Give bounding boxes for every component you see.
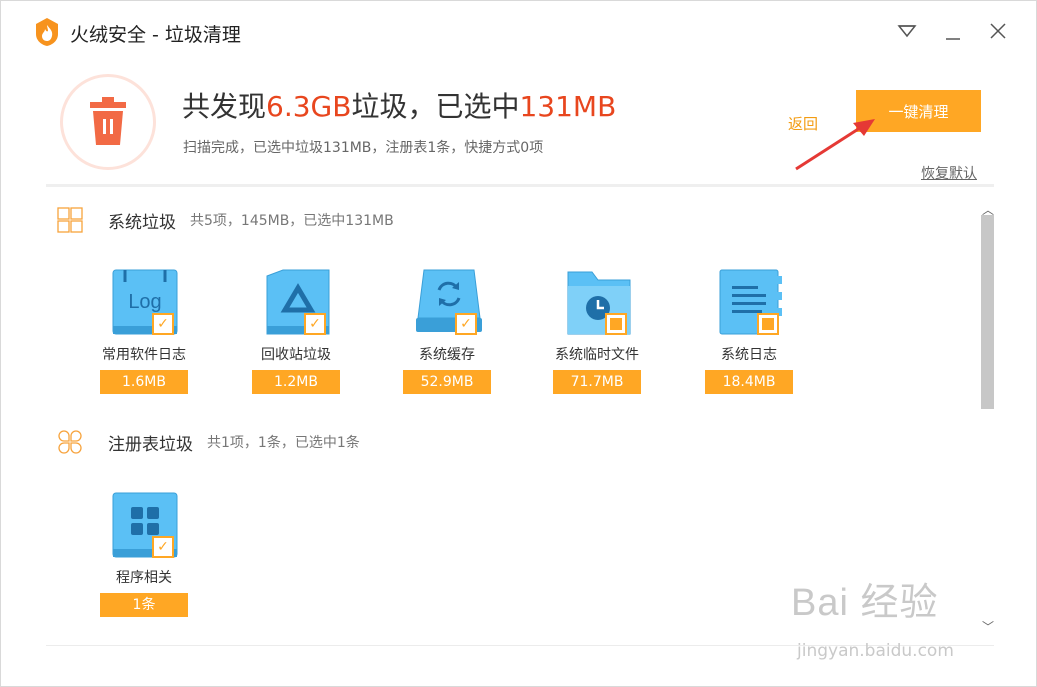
item-label: 系统日志 bbox=[721, 347, 777, 363]
section-header-registry-junk: 注册表垃圾 共1项，1条，已选中1条 bbox=[57, 428, 360, 456]
baidu-watermark: Bai 经验 jingyan.baidu.com bbox=[791, 571, 954, 661]
checkbox-checked[interactable]: ✓ bbox=[152, 313, 174, 335]
junk-item-temp-files[interactable]: 系统临时文件 71.7MB bbox=[542, 268, 652, 408]
scroll-down-icon[interactable]: ﹀ bbox=[982, 618, 994, 635]
svg-text:Log: Log bbox=[128, 291, 161, 313]
checkbox-checked[interactable]: ✓ bbox=[304, 313, 326, 335]
restore-defaults-link[interactable]: 恢复默认 bbox=[921, 163, 977, 183]
item-label: 常用软件日志 bbox=[102, 347, 186, 363]
section-summary: 共1项，1条，已选中1条 bbox=[207, 435, 360, 451]
summary-title: 共发现6.3GB垃圾，已选中131MB bbox=[182, 90, 617, 123]
item-size: 52.9MB bbox=[403, 370, 491, 394]
checkbox-checked[interactable]: ✓ bbox=[152, 536, 174, 558]
window-title: 火绒安全 - 垃圾清理 bbox=[70, 24, 241, 46]
junk-item-recycle-bin[interactable]: ✓ 回收站垃圾 1.2MB bbox=[241, 268, 351, 408]
scrollbar-thumb[interactable] bbox=[981, 215, 994, 409]
item-size: 71.7MB bbox=[553, 370, 641, 394]
section-title: 注册表垃圾 bbox=[108, 434, 193, 455]
checkbox-partial[interactable] bbox=[605, 313, 627, 335]
close-icon[interactable] bbox=[986, 19, 1010, 43]
section-header-system-junk: 系统垃圾 共5项，145MB，已选中131MB bbox=[57, 206, 394, 234]
huorong-logo-icon bbox=[34, 17, 60, 47]
junk-item-system-logs[interactable]: 系统日志 18.4MB bbox=[694, 268, 804, 408]
minimize-icon[interactable] bbox=[941, 19, 965, 43]
title-bar: 火绒安全 - 垃圾清理 bbox=[1, 1, 1036, 63]
checkbox-partial[interactable] bbox=[757, 313, 779, 335]
item-label: 系统临时文件 bbox=[555, 347, 639, 363]
header-divider bbox=[46, 184, 994, 187]
item-size: 1.2MB bbox=[252, 370, 340, 394]
junk-item-program-related[interactable]: ✓ 程序相关 1条 bbox=[89, 491, 199, 631]
trash-badge bbox=[60, 74, 156, 170]
watermark-logo: Bai 经验 bbox=[791, 582, 939, 624]
annotation-arrow bbox=[795, 119, 875, 171]
menu-dropdown-icon[interactable] bbox=[895, 19, 919, 43]
found-size: 6.3GB bbox=[266, 90, 352, 123]
item-label: 系统缓存 bbox=[419, 347, 475, 363]
section-title: 系统垃圾 bbox=[108, 212, 176, 233]
checkbox-checked[interactable]: ✓ bbox=[455, 313, 477, 335]
trash-icon bbox=[90, 97, 126, 145]
selected-size: 131MB bbox=[519, 90, 617, 123]
item-size: 1.6MB bbox=[100, 370, 188, 394]
item-label: 程序相关 bbox=[116, 570, 172, 586]
item-count: 1条 bbox=[100, 593, 188, 617]
item-label: 回收站垃圾 bbox=[261, 347, 331, 363]
windows-icon bbox=[57, 207, 83, 233]
registry-section-icon bbox=[58, 430, 82, 454]
cleanup-window: 火绒安全 - 垃圾清理 共发现6.3GB垃圾，已选中131MB 扫描完成，已选中… bbox=[0, 0, 1037, 687]
junk-item-system-cache[interactable]: ✓ 系统缓存 52.9MB bbox=[392, 268, 502, 408]
item-size: 18.4MB bbox=[705, 370, 793, 394]
watermark-url: jingyan.baidu.com bbox=[797, 641, 954, 661]
summary-subtitle: 扫描完成，已选中垃圾131MB，注册表1条，快捷方式0项 bbox=[183, 140, 544, 156]
junk-item-software-logs[interactable]: Log ✓ 常用软件日志 1.6MB bbox=[89, 268, 199, 408]
section-summary: 共5项，145MB，已选中131MB bbox=[190, 213, 394, 229]
